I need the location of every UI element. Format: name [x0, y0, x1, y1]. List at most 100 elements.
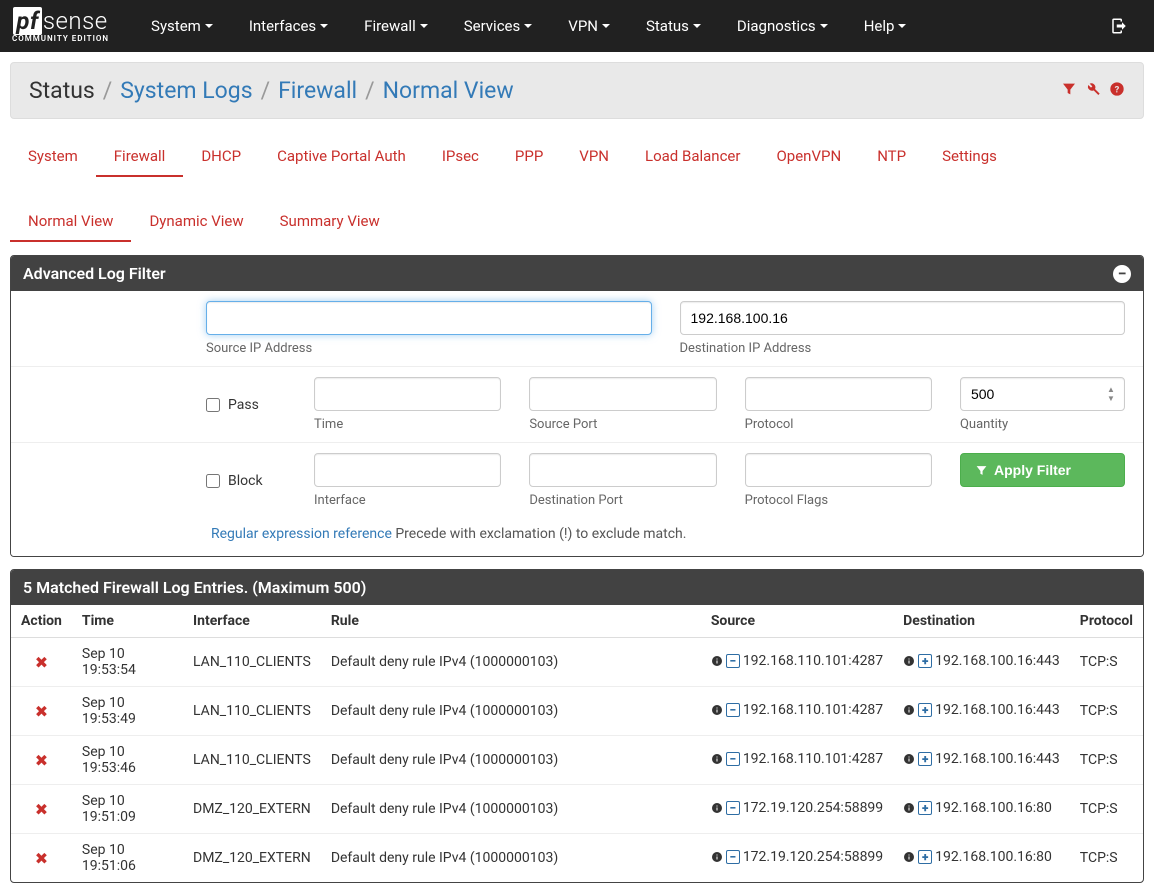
brand-logo[interactable]: pfsense COMMUNITY EDITION — [12, 9, 109, 43]
nav-help[interactable]: Help — [846, 1, 925, 51]
cell-destination: 192.168.100.16:80 — [935, 849, 1052, 865]
tab-openvpn[interactable]: OpenVPN — [758, 137, 859, 177]
tab-firewall[interactable]: Firewall — [96, 137, 184, 177]
tab-dhcp[interactable]: DHCP — [183, 137, 259, 177]
nav-label: Services — [464, 17, 521, 35]
protocol-flags-input[interactable] — [745, 453, 932, 487]
info-icon[interactable] — [711, 655, 723, 667]
time-input[interactable] — [314, 377, 501, 411]
info-icon[interactable] — [711, 851, 723, 863]
number-spinner-icon[interactable]: ▲▼ — [1107, 381, 1121, 407]
info-icon[interactable] — [903, 704, 915, 716]
breadcrumb-normal-view[interactable]: Normal View — [383, 77, 514, 104]
nav-label: Help — [864, 17, 895, 35]
plus-square-icon[interactable]: + — [918, 752, 932, 766]
chevron-down-icon — [524, 24, 532, 28]
block-action-icon[interactable]: ✖ — [35, 751, 48, 770]
settings-button[interactable] — [1085, 81, 1101, 101]
col-interface: Interface — [183, 605, 321, 638]
nav-status[interactable]: Status — [628, 1, 719, 51]
nav-interfaces[interactable]: Interfaces — [231, 1, 346, 51]
cell-protocol: TCP:S — [1070, 638, 1143, 687]
regex-reference-link[interactable]: Regular expression reference — [211, 526, 392, 542]
plus-square-icon[interactable]: + — [918, 801, 932, 815]
source-port-label: Source Port — [529, 417, 716, 432]
cell-destination: 192.168.100.16:443 — [935, 653, 1060, 669]
minus-square-icon[interactable]: − — [726, 752, 740, 766]
nav-label: Interfaces — [249, 17, 316, 35]
dest-port-input[interactable] — [529, 453, 716, 487]
quantity-input[interactable] — [960, 377, 1125, 411]
cell-destination: 192.168.100.16:80 — [935, 800, 1052, 816]
info-icon[interactable] — [711, 802, 723, 814]
tab-vpn[interactable]: VPN — [561, 137, 627, 177]
nav-system[interactable]: System — [133, 1, 231, 51]
brand-sense: sense — [43, 7, 108, 35]
tab-captive-portal[interactable]: Captive Portal Auth — [259, 137, 424, 177]
breadcrumb-firewall[interactable]: Firewall — [278, 77, 357, 104]
breadcrumb-sep: / — [261, 77, 271, 104]
info-icon[interactable] — [903, 851, 915, 863]
protocol-input[interactable] — [745, 377, 932, 411]
block-action-icon[interactable]: ✖ — [35, 849, 48, 868]
plus-square-icon[interactable]: + — [918, 703, 932, 717]
logout-button[interactable] — [1092, 1, 1146, 51]
source-ip-input[interactable] — [206, 301, 652, 335]
nav-vpn[interactable]: VPN — [550, 1, 628, 51]
regex-help-row: Regular expression reference Precede wit… — [11, 518, 1143, 556]
filter-icon — [1061, 81, 1077, 97]
block-label: Block — [228, 473, 263, 489]
breadcrumb-system-logs[interactable]: System Logs — [120, 77, 252, 104]
minus-square-icon[interactable]: − — [726, 703, 740, 717]
info-icon[interactable] — [903, 802, 915, 814]
block-action-icon[interactable]: ✖ — [35, 653, 48, 672]
cell-rule: Default deny rule IPv4 (1000000103) — [321, 687, 701, 736]
table-row: ✖Sep 10 19:51:09DMZ_120_EXTERNDefault de… — [11, 785, 1143, 834]
panel-title: Advanced Log Filter — [23, 264, 166, 283]
block-checkbox[interactable] — [206, 474, 220, 488]
cell-time: Sep 10 19:53:54 — [72, 638, 183, 687]
tab-settings[interactable]: Settings — [924, 137, 1015, 177]
block-action-icon[interactable]: ✖ — [35, 702, 48, 721]
source-ip-label: Source IP Address — [206, 341, 652, 356]
log-entries-panel: 5 Matched Firewall Log Entries. (Maximum… — [10, 569, 1144, 883]
info-icon[interactable] — [903, 655, 915, 667]
info-icon[interactable] — [903, 753, 915, 765]
tab-ntp[interactable]: NTP — [859, 137, 924, 177]
minus-square-icon[interactable]: − — [726, 850, 740, 864]
pass-checkbox[interactable] — [206, 398, 220, 412]
info-icon[interactable] — [711, 704, 723, 716]
panel-collapse-button[interactable]: − — [1113, 265, 1131, 283]
chevron-down-icon — [602, 24, 610, 28]
tab-load-balancer[interactable]: Load Balancer — [627, 137, 758, 177]
help-button[interactable]: ? — [1109, 81, 1125, 101]
tab-system[interactable]: System — [10, 137, 96, 177]
log-panel-title: 5 Matched Firewall Log Entries. (Maximum… — [23, 578, 366, 597]
dest-ip-input[interactable] — [680, 301, 1126, 335]
minus-square-icon[interactable]: − — [726, 801, 740, 815]
nav-firewall[interactable]: Firewall — [346, 1, 446, 51]
col-action: Action — [11, 605, 72, 638]
filter-toggle-button[interactable] — [1061, 81, 1077, 101]
nav-diagnostics[interactable]: Diagnostics — [719, 1, 846, 51]
tab-ipsec[interactable]: IPsec — [424, 137, 497, 177]
tab-summary-view[interactable]: Summary View — [262, 202, 398, 242]
apply-filter-button[interactable]: Apply Filter — [960, 453, 1125, 487]
table-row: ✖Sep 10 19:53:46LAN_110_CLIENTSDefault d… — [11, 736, 1143, 785]
breadcrumb-sep: / — [103, 77, 113, 104]
minus-square-icon[interactable]: − — [726, 654, 740, 668]
plus-square-icon[interactable]: + — [918, 654, 932, 668]
cell-interface: LAN_110_CLIENTS — [183, 638, 321, 687]
interface-input[interactable] — [314, 453, 501, 487]
nav-services[interactable]: Services — [446, 1, 551, 51]
tab-ppp[interactable]: PPP — [497, 137, 561, 177]
tab-dynamic-view[interactable]: Dynamic View — [131, 202, 261, 242]
tab-normal-view[interactable]: Normal View — [10, 202, 131, 242]
cell-source: 172.19.120.254:58899 — [743, 849, 883, 865]
chevron-down-icon — [820, 24, 828, 28]
plus-square-icon[interactable]: + — [918, 850, 932, 864]
block-action-icon[interactable]: ✖ — [35, 800, 48, 819]
info-icon[interactable] — [711, 753, 723, 765]
source-port-input[interactable] — [529, 377, 716, 411]
interface-label: Interface — [314, 493, 501, 508]
